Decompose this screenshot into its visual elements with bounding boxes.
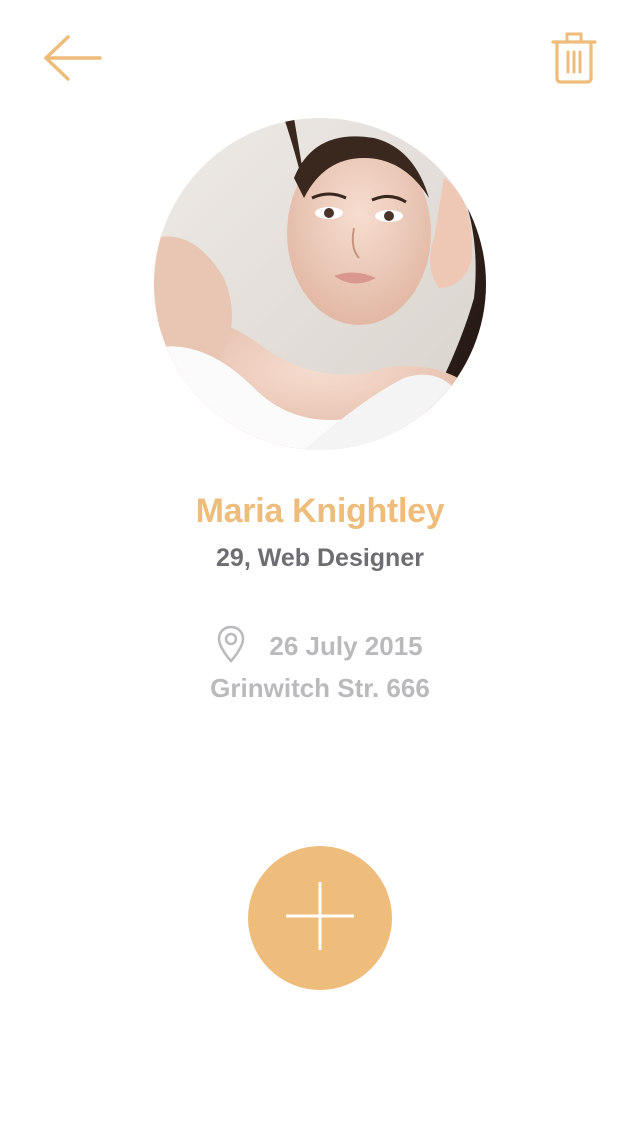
location-pin-icon bbox=[217, 625, 245, 668]
profile-photo bbox=[154, 118, 486, 450]
event-info: 26 July 2015 Grinwitch Str. 666 bbox=[0, 624, 640, 708]
add-button[interactable] bbox=[248, 846, 392, 990]
trash-icon bbox=[550, 32, 598, 89]
back-button[interactable] bbox=[30, 28, 114, 92]
profile-screen: Maria Knightley 29, Web Designer 26 July… bbox=[0, 0, 640, 1136]
delete-button[interactable] bbox=[538, 24, 610, 96]
event-date: 26 July 2015 bbox=[269, 630, 423, 661]
arrow-left-icon bbox=[40, 34, 104, 87]
profile-name: Maria Knightley bbox=[195, 492, 445, 530]
plus-icon bbox=[284, 880, 356, 957]
event-address: Grinwitch Str. 666 bbox=[210, 673, 430, 703]
date-row: 26 July 2015 bbox=[0, 624, 640, 668]
profile-subtitle: 29, Web Designer bbox=[216, 544, 424, 572]
